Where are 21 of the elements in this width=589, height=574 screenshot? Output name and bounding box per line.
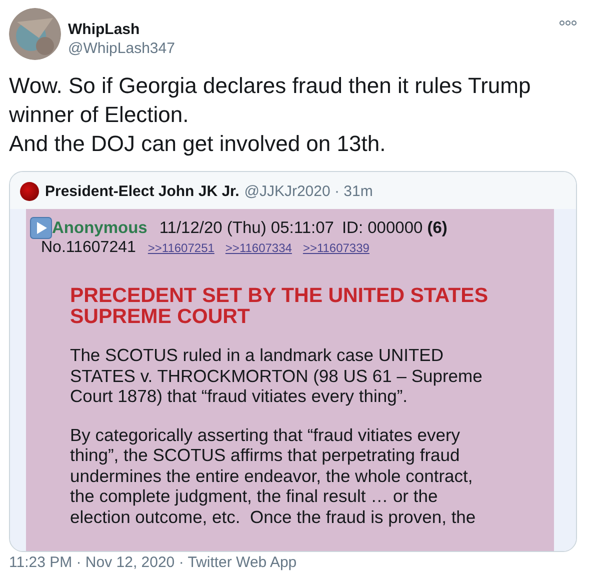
author-name: President-Elect John JK Jr. <box>45 183 240 200</box>
post-date: 11/12/20 (Thu) 05:11:07 <box>159 218 334 238</box>
post-number: No.11607241 <box>41 239 136 257</box>
author-name[interactable]: WhipLash <box>68 20 559 39</box>
tweet-text: And the DOJ can get involved on 13th. <box>9 130 387 158</box>
post-paragraph: The SCOTUS ruled in a landmark case UNITED STATES v. THROCKMORTON (98 US 61 – Supreme Court 1878) that “fraud vitiates every thing”. <box>69 344 484 406</box>
post-heading: PRECEDENT SET BY THE UNITED STATES SUPREME COURT <box>69 283 490 327</box>
post-id: ID: 000000 (6) <box>342 218 448 238</box>
more-options-icon[interactable] <box>559 20 577 26</box>
tweet-text: Wow. So if Georgia declares fraud then it rules Trump winner of Election. <box>9 72 532 129</box>
poster-name: Anonymous <box>52 218 148 238</box>
reply-link: >>11607251 <box>148 241 214 255</box>
play-icon <box>30 217 52 239</box>
post-paragraph: By categorically asserting that “fraud vitiates every thing”, the SCOTUS affirms that perpetrating fraud undermines the entire endeavor, the whole contract, the complete judgment, the final result … or the election outcome, etc. Once the fraud is proven, the <box>69 424 477 527</box>
avatar[interactable] <box>9 8 61 60</box>
author-handle[interactable]: @WhipLash347 <box>68 39 559 58</box>
reply-link: >>11607334 <box>225 241 292 255</box>
tweet-timestamp[interactable]: 11:23 PM · Nov 12, 2020 · Twitter Web App <box>0 552 589 572</box>
reply-link: >>11607339 <box>302 241 370 255</box>
author-handle: @JJKJr2020 · 31m <box>244 183 373 200</box>
avatar <box>20 182 39 201</box>
